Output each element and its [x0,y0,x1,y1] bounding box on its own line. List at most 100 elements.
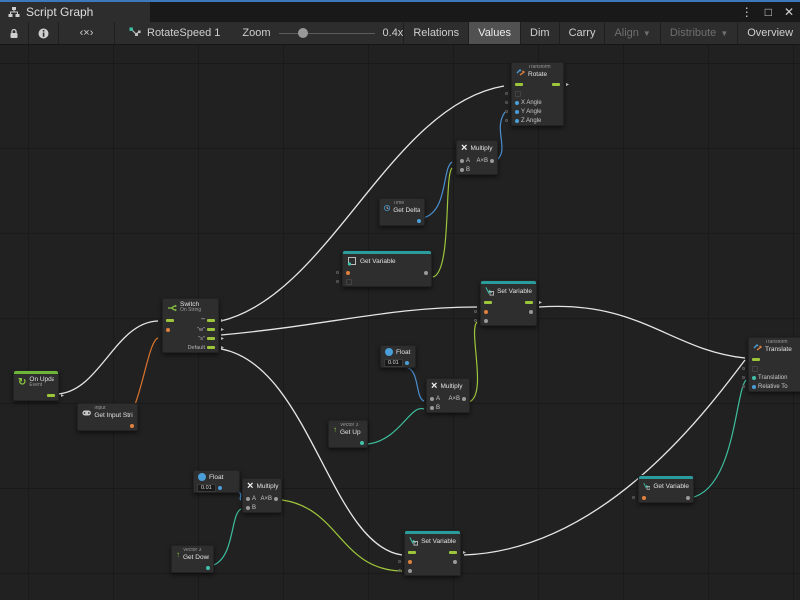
window-menu-icon[interactable]: ⋮ [741,5,753,19]
node-get-input-string[interactable]: Input Get Input String [77,403,138,431]
zoom-value: 0.4x [383,27,404,39]
info-button[interactable] [29,22,59,44]
port-label: Z Angle [521,118,541,124]
result-port[interactable] [490,159,494,163]
wire-layer [0,45,800,600]
flow-out-port[interactable] [552,83,560,86]
result-port[interactable] [274,497,278,501]
case-w-out-port[interactable] [207,328,215,331]
overview-button[interactable]: Overview [738,22,800,44]
node-rotate[interactable]: Transform Rotate ▸ X Angle Y Angle Z Ang… [511,62,564,126]
code-preview-button[interactable]: ‹×› [59,22,115,44]
case-empty-out-port[interactable] [207,319,215,322]
flow-in-port[interactable] [166,319,174,322]
node-on-update[interactable]: ↻ On Update Event ▸ [13,370,59,401]
selector-port[interactable] [166,328,170,332]
vector-out-port[interactable] [360,441,364,445]
flow-in-port[interactable] [484,301,492,304]
wire-float-to-multiply-bottom [238,492,241,500]
b-port[interactable] [460,168,464,172]
translation-port[interactable] [752,376,756,380]
node-float-bottom[interactable]: Float 0.01 [193,470,240,493]
flow-in-port[interactable] [408,551,416,554]
lock-button[interactable] [0,22,29,44]
variable-name-port[interactable] [408,560,412,564]
flow-in-port[interactable] [515,83,523,86]
variable-name-port[interactable] [642,496,646,500]
result-port[interactable] [462,397,466,401]
code-icon: ‹×› [80,27,94,39]
node-title: Rotate [528,71,551,78]
a-port[interactable] [246,497,250,501]
float-value-field[interactable]: 0.01 [197,484,216,492]
values-toggle[interactable]: Values [469,22,521,44]
node-get-variable-top[interactable]: Get Variable [342,250,432,287]
a-port[interactable] [460,159,464,163]
variable-value-out-port[interactable] [686,496,690,500]
node-subtitle: Event [29,383,54,389]
variable-value-port[interactable] [424,271,428,275]
wire-onupdate-to-switch [57,321,158,394]
transform-icon [753,342,762,351]
window-maximize-icon[interactable]: □ [765,5,772,19]
vector-out-port[interactable] [206,566,210,570]
tab-script-graph[interactable]: Script Graph [0,2,150,22]
node-get-variable-bottom[interactable]: Get Variable [638,475,694,503]
node-translate[interactable]: Transform Translate Translation Relative… [748,337,800,392]
variable-name-port[interactable] [346,271,350,275]
input-string-out-port[interactable] [130,424,134,428]
distribute-dropdown[interactable]: Distribute▼ [661,22,738,44]
node-title: Multiply [440,383,462,390]
case-label: "w" [197,327,205,333]
float-value-field[interactable]: 0.01 [384,359,403,367]
relations-toggle[interactable]: Relations [403,22,469,44]
node-set-variable-bottom[interactable]: Set Variable ▸ [404,530,461,576]
vector3-up-icon: ↑ [176,551,180,559]
vector3-up-icon: ↑ [333,426,337,434]
node-switch-on-string[interactable]: Switch On String ""▸ "w"▸ "s"▸ Default▸ [162,298,219,353]
delta-time-out-port[interactable] [417,219,421,223]
y-angle-port[interactable] [515,110,519,114]
dim-toggle[interactable]: Dim [521,22,560,44]
node-float-mid[interactable]: Float 0.01 [380,345,416,368]
b-port[interactable] [246,506,250,510]
flow-out-port[interactable] [47,394,55,397]
graph-canvas[interactable]: Transform Rotate ▸ X Angle Y Angle Z Ang… [0,45,800,600]
default-out-port[interactable] [207,346,215,349]
node-multiply-bottom[interactable]: × Multiply AA×B B [242,478,282,513]
variable-value-out-port[interactable] [453,560,457,564]
carry-toggle[interactable]: Carry [560,22,606,44]
graph-hierarchy-icon [8,6,20,18]
zoom-slider[interactable] [279,33,375,34]
flow-out-port[interactable] [525,301,533,304]
window-close-icon[interactable]: ✕ [784,5,794,19]
flow-in-port[interactable] [752,358,760,361]
variable-value-out-port[interactable] [529,310,533,314]
relative-to-port[interactable] [752,385,756,389]
node-multiply-mid[interactable]: × Multiply AA×B B [426,378,470,413]
node-get-delta-time[interactable]: Time Get Delta Time [379,198,425,226]
zoom-slider-handle[interactable] [298,28,308,38]
node-get-up[interactable]: ↑ Vector 3 Get Up [328,420,368,448]
flow-out-port[interactable] [449,551,457,554]
variable-name-port[interactable] [484,310,488,314]
node-title: Set Variable [497,288,532,295]
variable-value-in-port[interactable] [408,569,412,573]
float-out-port[interactable] [218,486,222,490]
a-port[interactable] [430,397,434,401]
float-out-port[interactable] [405,361,409,365]
graph-breadcrumb[interactable]: RotateSpeed 1 [147,27,220,39]
b-port[interactable] [430,406,434,410]
case-s-out-port[interactable] [207,337,215,340]
align-dropdown[interactable]: Align▼ [605,22,660,44]
x-angle-port[interactable] [515,101,519,105]
z-angle-port[interactable] [515,119,519,123]
node-multiply-top[interactable]: × Multiply AA×B B [456,140,498,175]
graph-toolbar: ‹×› RotateSpeed 1 Zoom 0.4x Relations Va… [0,22,800,45]
node-set-variable-top[interactable]: Set Variable ▸ [480,280,537,326]
wire-multiply-mid-to-setvariable-top [469,322,478,402]
node-get-down[interactable]: ↑ Vector 3 Get Down [171,545,214,573]
flow-arrow-icon: ▸ [221,317,224,324]
variable-value-in-port[interactable] [484,319,488,323]
multiply-icon: × [461,143,467,154]
